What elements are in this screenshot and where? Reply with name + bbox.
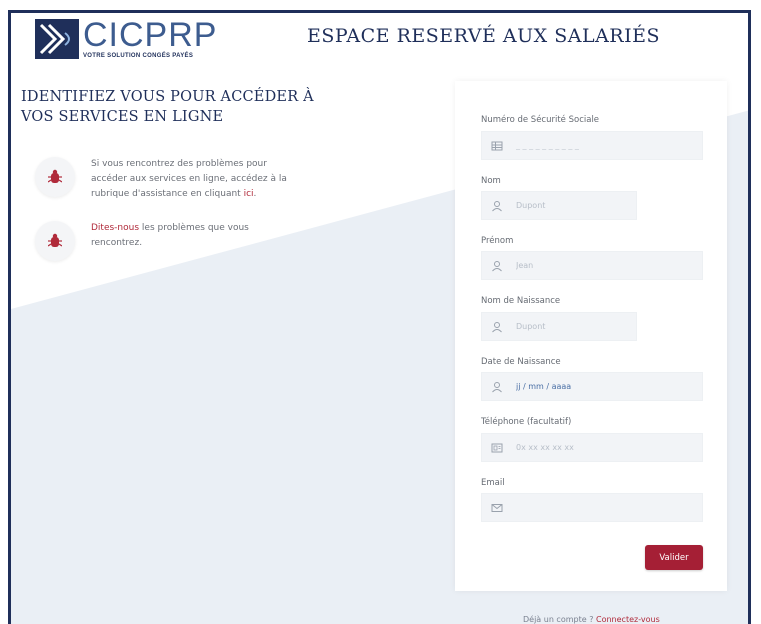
user-icon: [492, 322, 502, 333]
prenom-input[interactable]: [516, 252, 698, 279]
nom-input[interactable]: [516, 192, 632, 219]
nss-input[interactable]: [516, 132, 698, 159]
logo-tagline: VOTRE SOLUTION CONGÉS PAYÉS: [83, 53, 194, 59]
email-field: [481, 493, 703, 522]
login-heading: IDENTIFIEZ VOUS POUR ACCÉDER À VOS SERVI…: [21, 89, 314, 125]
main-content: IDENTIFIEZ VOUS POUR ACCÉDER À VOS SERVI…: [11, 69, 748, 624]
help-item-assistance: Si vous rencontrez des problèmes pour ac…: [35, 157, 295, 207]
page-title: ESPACE RESERVÉ AUX SALARIÉS: [307, 25, 660, 47]
telephone-label: Téléphone (facultatif): [481, 417, 572, 427]
help-icon-circle: [35, 157, 75, 197]
login-form-card: Numéro de Sécurité Sociale Nom Prénom: [455, 81, 727, 591]
prenom-field: [481, 251, 703, 280]
help-text-assistance-body: Si vous rencontrez des problèmes pour ac…: [91, 159, 287, 199]
user-icon: [492, 201, 502, 212]
nom-label: Nom: [481, 176, 501, 186]
envelope-icon: [491, 504, 503, 512]
user-icon: [492, 261, 502, 272]
logo[interactable]: CICPRP VOTRE SOLUTION CONGÉS PAYÉS: [35, 17, 225, 65]
help-icon-circle: [35, 221, 75, 261]
existing-account-line: Déjà un compte ? Connectez-vous: [523, 615, 660, 624]
id-card-icon: [491, 141, 503, 151]
prenom-label: Prénom: [481, 236, 514, 246]
user-icon: [492, 382, 502, 393]
email-label: Email: [481, 478, 505, 488]
telephone-field: [481, 433, 703, 462]
date-naissance-input[interactable]: [516, 373, 698, 400]
login-link[interactable]: Connectez-vous: [596, 615, 660, 624]
assistance-link[interactable]: ici: [244, 189, 254, 199]
header: CICPRP VOTRE SOLUTION CONGÉS PAYÉS ESPAC…: [11, 13, 748, 69]
nss-field: [481, 131, 703, 160]
logo-text: CICPRP: [83, 16, 218, 54]
help-text-assistance: Si vous rencontrez des problèmes pour ac…: [91, 157, 291, 202]
bug-icon: [48, 169, 62, 183]
logo-mark-icon: [35, 19, 79, 59]
bug-icon: [48, 233, 62, 247]
help-item-report: Dites-nous les problèmes que vous rencon…: [35, 221, 295, 271]
existing-account-text: Déjà un compte ?: [523, 615, 596, 624]
nom-naissance-input[interactable]: [516, 313, 632, 340]
date-naissance-field: [481, 372, 703, 401]
date-naissance-label: Date de Naissance: [481, 357, 561, 367]
report-problem-link[interactable]: Dites-nous: [91, 223, 139, 233]
nom-naissance-field: [481, 312, 637, 341]
help-text-assistance-end: .: [253, 189, 257, 199]
help-text-report: Dites-nous les problèmes que vous rencon…: [91, 221, 291, 251]
nom-field: [481, 191, 637, 220]
page-frame: CICPRP VOTRE SOLUTION CONGÉS PAYÉS ESPAC…: [8, 10, 751, 624]
phone-icon: [491, 443, 503, 453]
telephone-input[interactable]: [516, 434, 698, 461]
submit-button[interactable]: Valider: [645, 545, 703, 570]
email-input[interactable]: [516, 494, 698, 521]
nss-label: Numéro de Sécurité Sociale: [481, 115, 600, 125]
nom-naissance-label: Nom de Naissance: [481, 296, 561, 306]
